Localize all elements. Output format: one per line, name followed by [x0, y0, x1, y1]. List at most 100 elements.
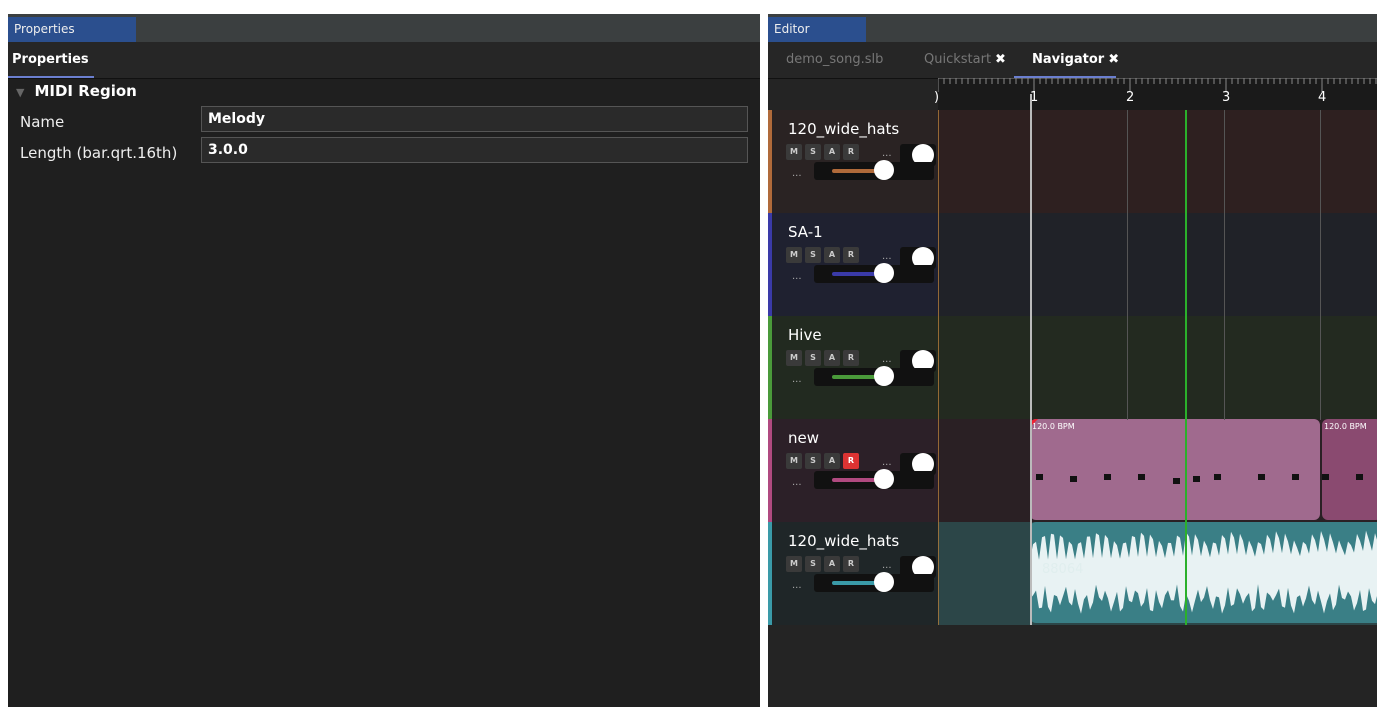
midi-note[interactable] — [1356, 474, 1363, 480]
track-buttons: M S A R — [786, 453, 859, 469]
mute-button[interactable]: M — [786, 453, 802, 469]
more-button[interactable]: ... — [882, 148, 892, 159]
tab-demo-song[interactable]: demo_song.slb — [786, 42, 883, 78]
length-field[interactable]: 3.0.0 — [201, 137, 748, 163]
volume-fader[interactable] — [814, 263, 934, 283]
midi-note[interactable] — [1292, 474, 1299, 480]
more-button[interactable]: ... — [882, 560, 892, 571]
tab-quickstart-label: Quickstart — [924, 52, 992, 67]
more-button[interactable]: ... — [882, 354, 892, 365]
track-header[interactable]: 120_wide_hats M S A R ... ... — [768, 522, 938, 625]
mute-button[interactable]: M — [786, 144, 802, 160]
fader-knob[interactable] — [874, 572, 894, 592]
automation-button[interactable]: A — [824, 144, 840, 160]
midi-region[interactable]: 120.0 BPM — [1322, 419, 1377, 520]
bar-line — [1320, 110, 1321, 420]
track-lane[interactable] — [938, 316, 1377, 419]
collapse-triangle-icon[interactable]: ▼ — [16, 86, 24, 99]
midi-note[interactable] — [1258, 474, 1265, 480]
track-header[interactable]: SA-1 M S A R ... ... — [768, 213, 938, 316]
volume-fader[interactable] — [814, 469, 934, 489]
audio-region[interactable]: 88064 — [1030, 522, 1377, 623]
record-button[interactable]: R — [843, 556, 859, 572]
track-buttons: M S A R — [786, 350, 859, 366]
mute-button[interactable]: M — [786, 556, 802, 572]
track-buttons: M S A R — [786, 247, 859, 263]
tab-navigator-label: Navigator — [1032, 52, 1105, 67]
midi-note[interactable] — [1193, 476, 1200, 482]
track-row: Hive M S A R ... ... — [768, 316, 1377, 419]
cue-line — [1030, 94, 1032, 625]
tab-quickstart[interactable]: Quickstart ✖ — [924, 42, 1006, 78]
ruler-ticks — [938, 78, 1377, 92]
solo-button[interactable]: S — [805, 453, 821, 469]
more-button[interactable]: ... — [792, 271, 802, 282]
tab-properties[interactable]: Properties — [8, 42, 94, 78]
record-button[interactable]: R — [843, 247, 859, 263]
volume-fader[interactable] — [814, 572, 934, 592]
more-button[interactable]: ... — [792, 580, 802, 591]
fader-knob[interactable] — [874, 160, 894, 180]
mute-button[interactable]: M — [786, 350, 802, 366]
close-icon[interactable]: ✖ — [1108, 52, 1119, 67]
midi-region[interactable]: 120.0 BPM — [1030, 419, 1320, 520]
midi-note[interactable] — [1036, 474, 1043, 480]
solo-button[interactable]: S — [805, 247, 821, 263]
playhead-line[interactable] — [1185, 110, 1187, 625]
record-button[interactable]: R — [843, 144, 859, 160]
midi-note[interactable] — [1104, 474, 1111, 480]
volume-fader[interactable] — [814, 366, 934, 386]
ruler-label: 3 — [1222, 90, 1231, 105]
more-button[interactable]: ... — [882, 251, 892, 262]
more-button[interactable]: ... — [792, 477, 802, 488]
ruler-label: ) — [934, 90, 940, 105]
fader-knob[interactable] — [874, 263, 894, 283]
close-icon[interactable]: ✖ — [995, 52, 1006, 67]
fader-knob[interactable] — [874, 469, 894, 489]
track-lane[interactable]: 120.0 BPM 120.0 BPM — [938, 419, 1377, 522]
properties-window-tab[interactable]: Properties — [8, 17, 136, 42]
midi-region-section-header[interactable]: ▼ MIDI Region — [16, 82, 137, 100]
track-lane[interactable] — [938, 213, 1377, 316]
automation-button[interactable]: A — [824, 556, 840, 572]
record-button[interactable]: R — [843, 453, 859, 469]
editor-panel: Editor demo_song.slb Quickstart ✖ Navigat… — [768, 14, 1377, 707]
more-button[interactable]: ... — [792, 374, 802, 385]
track-name: Hive — [788, 326, 822, 344]
midi-note[interactable] — [1070, 476, 1077, 482]
region-label: 120.0 BPM — [1324, 422, 1367, 431]
track-header[interactable]: Hive M S A R ... ... — [768, 316, 938, 419]
record-button[interactable]: R — [843, 350, 859, 366]
midi-note[interactable] — [1173, 478, 1180, 484]
automation-button[interactable]: A — [824, 247, 840, 263]
track-header[interactable]: new M S A R ... ... — [768, 419, 938, 522]
name-field[interactable]: Melody — [201, 106, 748, 132]
track-lane[interactable]: 88064 — [938, 522, 1377, 625]
solo-button[interactable]: S — [805, 144, 821, 160]
volume-fader[interactable] — [814, 160, 934, 180]
track-name: 120_wide_hats — [788, 532, 900, 550]
track-lane[interactable] — [938, 110, 1377, 213]
ruler-label: 4 — [1318, 90, 1327, 105]
solo-button[interactable]: S — [805, 556, 821, 572]
region-label: 88064 — [1042, 562, 1084, 577]
timeline-ruler[interactable]: ) 1 2 3 4 — [934, 78, 1377, 110]
properties-panel: Properties Properties ▼ MIDI Region Name … — [8, 14, 760, 707]
more-button[interactable]: ... — [882, 457, 892, 468]
properties-window-bar: Properties — [8, 14, 760, 42]
solo-button[interactable]: S — [805, 350, 821, 366]
tab-navigator[interactable]: Navigator ✖ — [1014, 42, 1119, 78]
loop-start-line — [938, 110, 939, 625]
midi-note[interactable] — [1322, 474, 1329, 480]
editor-window-tab[interactable]: Editor — [768, 17, 866, 42]
more-button[interactable]: ... — [792, 168, 802, 179]
ruler-label: 2 — [1126, 90, 1135, 105]
track-header[interactable]: 120_wide_hats M S A R ... ... — [768, 110, 938, 213]
track-buttons: M S A R — [786, 556, 859, 572]
fader-knob[interactable] — [874, 366, 894, 386]
automation-button[interactable]: A — [824, 453, 840, 469]
midi-note[interactable] — [1138, 474, 1145, 480]
mute-button[interactable]: M — [786, 247, 802, 263]
automation-button[interactable]: A — [824, 350, 840, 366]
midi-note[interactable] — [1214, 474, 1221, 480]
